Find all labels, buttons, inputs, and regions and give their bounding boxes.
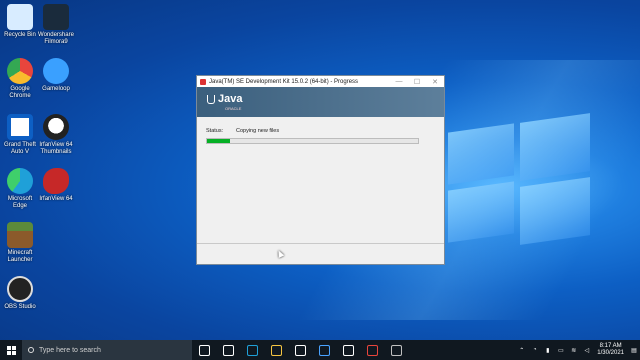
java-app-icon [200, 78, 206, 85]
chrome-icon [7, 58, 33, 84]
maximize-button[interactable]: ☐ [408, 78, 426, 86]
keyboard-icon[interactable]: ▭ [556, 347, 565, 354]
desktop-icon-chrome[interactable]: Google Chrome [0, 58, 40, 100]
minimize-button[interactable]: — [390, 78, 408, 85]
mail-icon [318, 344, 330, 356]
taskbar-chrome-button[interactable] [360, 340, 384, 360]
irfanview-icon [43, 168, 69, 194]
taskbar-java-installer-button[interactable] [384, 340, 408, 360]
settings-icon [342, 344, 354, 356]
java-banner: Java ORACLE [197, 87, 444, 117]
java-installer-window: Java(TM) SE Development Kit 15.0.2 (64-b… [196, 75, 445, 265]
window-title: Java(TM) SE Development Kit 15.0.2 (64-b… [209, 78, 359, 85]
desktop-icon-recycle-bin[interactable]: Recycle Bin [0, 4, 40, 39]
java-installer-icon [390, 344, 402, 356]
volume-icon[interactable]: ◁ [582, 347, 591, 354]
irfanview-thumbnails-icon [43, 114, 69, 140]
desktop-icon-minecraft[interactable]: Minecraft Launcher [0, 222, 40, 264]
edge-icon [7, 168, 33, 194]
taskbar-edge-button[interactable] [240, 340, 264, 360]
desktop-icon-gameloop[interactable]: Gameloop [36, 58, 76, 93]
edge-icon [246, 344, 258, 356]
desktop-icon-irfanview-thumbnails[interactable]: IrfanView 64 Thumbnails [36, 114, 76, 156]
gta-icon [7, 114, 33, 140]
recycle-bin-icon [7, 4, 33, 30]
taskbar-timeline-button[interactable] [216, 340, 240, 360]
task-view-icon [198, 344, 210, 356]
window-divider [197, 243, 444, 244]
progress-bar [206, 138, 419, 144]
gameloop-icon [43, 58, 69, 84]
desktop-icon-obs[interactable]: OBS Studio [0, 276, 40, 311]
java-cup-icon [207, 94, 215, 104]
desktop-icon-filmora[interactable]: Wondershare Filmora9 [36, 4, 76, 46]
oracle-label: ORACLE [225, 106, 242, 111]
minecraft-icon [7, 222, 33, 248]
taskbar: Type here to search ⌃ ◔ ▮ ▭ ≋ ◁ 8:17 AM … [0, 340, 640, 360]
filmora-icon [43, 4, 69, 30]
taskbar-store-button[interactable] [288, 340, 312, 360]
clock-time: 8:17 AM [599, 343, 622, 349]
wifi-icon[interactable]: ≋ [569, 347, 578, 354]
notification-icon[interactable]: ▤ [628, 347, 640, 354]
search-icon [28, 347, 34, 353]
taskbar-clock[interactable]: 8:17 AM 1/30/2021 [597, 343, 624, 357]
windows-wallpaper-logo [448, 113, 598, 248]
taskbar-apps [192, 340, 408, 360]
taskbar-search-box[interactable]: Type here to search [22, 340, 192, 360]
window-titlebar[interactable]: Java(TM) SE Development Kit 15.0.2 (64-b… [197, 76, 444, 87]
java-logo: Java [207, 93, 242, 105]
taskbar-task-view-button[interactable] [192, 340, 216, 360]
store-icon [294, 344, 306, 356]
file-explorer-icon [270, 344, 282, 356]
search-placeholder: Type here to search [39, 346, 101, 354]
taskbar-file-explorer-button[interactable] [264, 340, 288, 360]
desktop-icon-irfanview[interactable]: IrfanView 64 [36, 168, 76, 203]
chrome-icon [366, 344, 378, 356]
windows-icon [6, 345, 16, 355]
chevron-up-icon[interactable]: ⌃ [517, 347, 526, 354]
desktop-icon-gta[interactable]: Grand Theft Auto V [0, 114, 40, 156]
start-button[interactable] [0, 340, 22, 360]
close-button[interactable]: ✕ [426, 78, 444, 86]
network-icon[interactable]: ◔ [530, 347, 539, 353]
taskbar-mail-button[interactable] [312, 340, 336, 360]
taskbar-settings-button[interactable] [336, 340, 360, 360]
status-label: Status: [206, 128, 224, 134]
desktop-icon-edge[interactable]: Microsoft Edge [0, 168, 40, 210]
timeline-icon [222, 344, 234, 356]
microphone-icon[interactable]: ▮ [543, 347, 552, 354]
obs-icon [7, 276, 33, 302]
progress-fill [207, 139, 231, 143]
clock-date: 1/30/2021 [597, 350, 624, 356]
system-tray: ⌃ ◔ ▮ ▭ ≋ ◁ 8:17 AM 1/30/2021 ▤ [515, 340, 640, 360]
status-value: Copying new files [236, 128, 280, 134]
